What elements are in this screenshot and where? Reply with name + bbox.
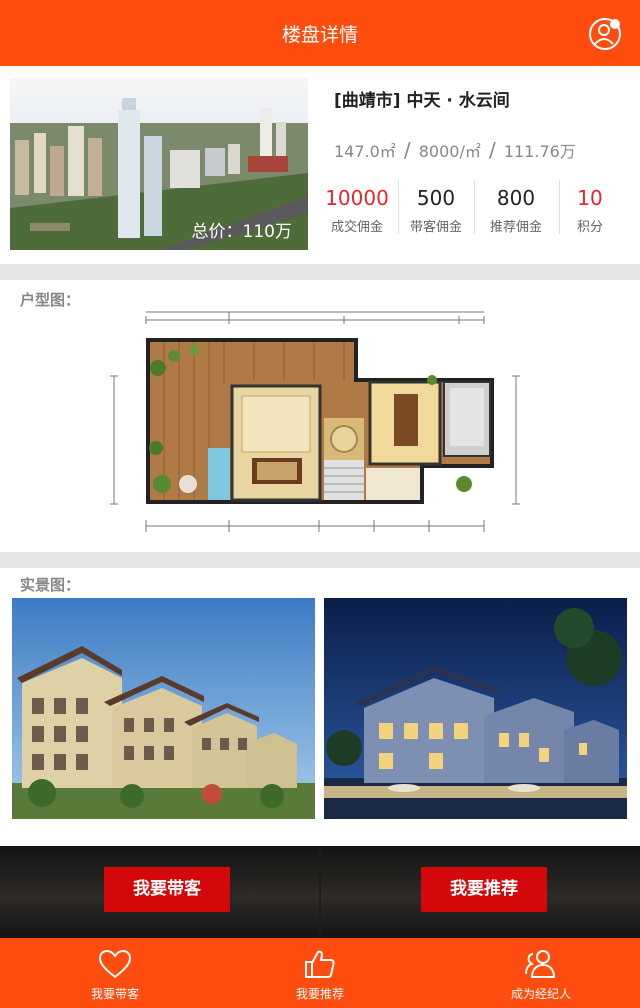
total-price: 总价：110万	[191, 222, 292, 242]
property-summary: 总价：110万 [曲靖市] 中天 · 水云间 147.0㎡ / 8000/㎡ /…	[0, 66, 640, 264]
users-icon	[525, 950, 556, 978]
stat-value: 10	[577, 186, 603, 210]
cta-left-panel: 我要带客	[0, 846, 319, 938]
thumbs-up-icon	[305, 950, 335, 978]
floorplan-image[interactable]	[104, 308, 524, 540]
stat-divider	[398, 180, 399, 234]
stat-visit-commission: 500 带客佣金	[400, 178, 472, 240]
property-area: 147.0㎡	[334, 142, 396, 161]
stat-points: 10 积分	[561, 178, 619, 240]
stat-label: 推荐佣金	[489, 220, 542, 235]
stat-deal-commission: 10000 成交佣金	[318, 178, 396, 240]
bottom-tab-bar: 我要带客 我要推荐 成为经纪人	[0, 938, 640, 1008]
page-title: 楼盘详情	[281, 24, 358, 46]
stat-divider	[559, 180, 560, 234]
tab-label: 我要带客	[90, 987, 139, 1001]
user-profile-icon[interactable]	[588, 17, 622, 51]
stat-divider	[474, 180, 475, 234]
stat-label: 积分	[576, 220, 603, 235]
tab-label: 成为经纪人	[510, 987, 571, 1001]
tab-label: 我要推荐	[295, 987, 344, 1001]
recommend-button[interactable]: 我要推荐	[421, 867, 547, 912]
section-divider	[0, 264, 640, 280]
property-cover-image[interactable]: 总价：110万	[10, 78, 308, 250]
spec-separator: /	[403, 138, 411, 162]
commission-stats: 10000 成交佣金 500 带客佣金 800 推荐佣金 10 积分	[318, 178, 640, 240]
floorplan-section-title: 户型图：	[20, 291, 81, 309]
tab-become-agent[interactable]: 成为经纪人	[466, 938, 616, 1008]
stat-referral-commission: 800 推荐佣金	[476, 178, 556, 240]
stat-value: 800	[496, 186, 536, 210]
property-name: [曲靖市] 中天 · 水云间	[334, 91, 510, 111]
unit-price: 8000/㎡	[418, 142, 481, 161]
top-nav-bar: 楼盘详情	[0, 0, 640, 66]
section-divider	[0, 552, 640, 568]
cta-band: 我要带客 我要推荐	[0, 846, 640, 938]
bring-client-button[interactable]: 我要带客	[104, 867, 230, 912]
photos-section-title: 实景图：	[20, 576, 81, 594]
real-photo-day[interactable]	[12, 598, 315, 819]
real-photo-night[interactable]	[324, 598, 627, 819]
property-extra-price: 111.76万	[503, 142, 576, 161]
stat-value: 500	[416, 186, 456, 210]
cta-right-panel: 我要推荐	[321, 846, 640, 938]
stat-value: 10000	[325, 186, 389, 210]
tab-bring-client[interactable]: 我要带客	[40, 938, 190, 1008]
stat-label: 成交佣金	[330, 220, 383, 235]
stat-label: 带客佣金	[409, 220, 462, 235]
tab-recommend[interactable]: 我要推荐	[245, 938, 395, 1008]
spec-separator: /	[488, 138, 496, 162]
property-specs: 147.0㎡ / 8000/㎡ / 111.76万	[334, 138, 576, 162]
heart-icon	[98, 949, 132, 979]
